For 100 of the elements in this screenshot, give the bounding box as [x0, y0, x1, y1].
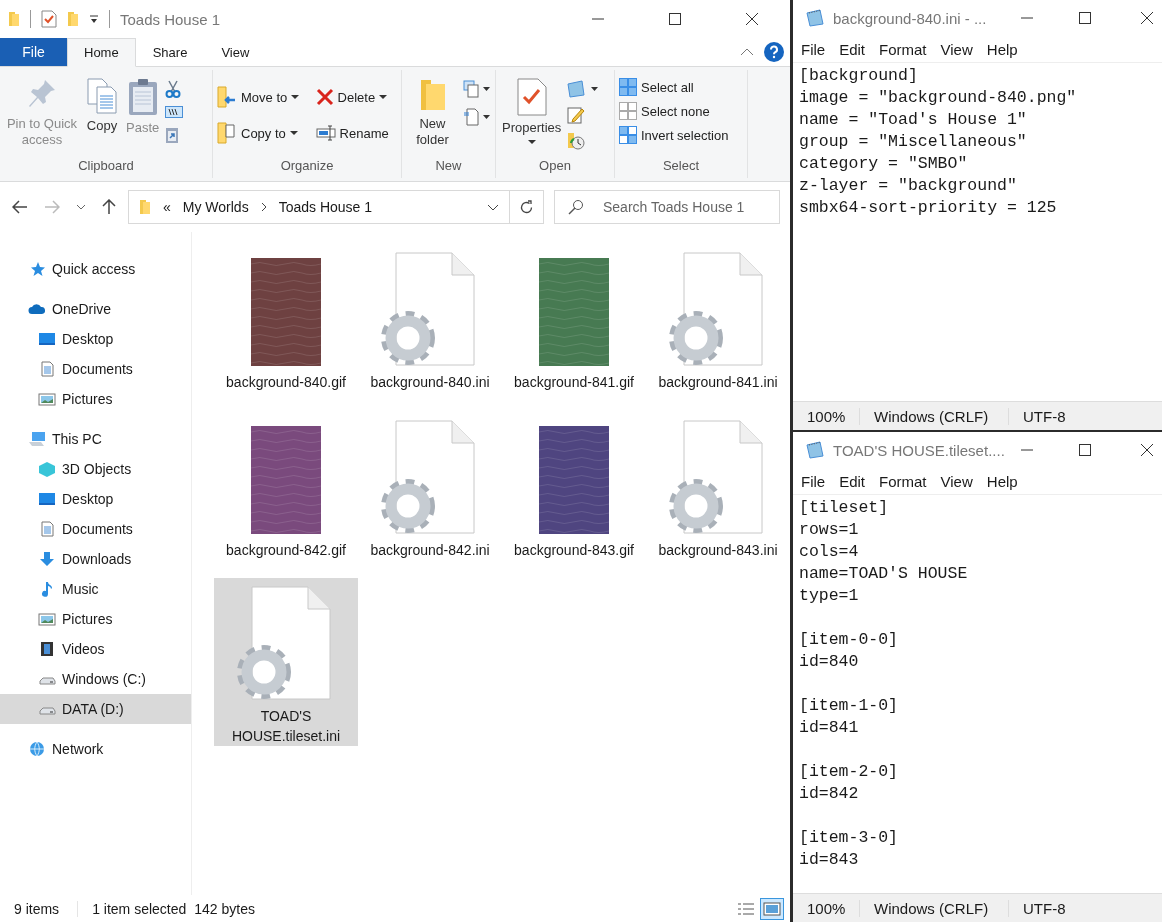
- minimize-icon[interactable]: [1020, 17, 1033, 19]
- maximize-icon[interactable]: [669, 13, 681, 25]
- nav-item[interactable]: Pictures: [0, 384, 191, 414]
- edit-icon[interactable]: [567, 106, 586, 124]
- menu-item[interactable]: Edit: [839, 40, 866, 58]
- text-line: id=842: [799, 783, 860, 805]
- text-line: id=841: [799, 717, 860, 739]
- explorer-entry[interactable]: background-843.gif: [502, 410, 646, 578]
- rename-icon: [315, 125, 336, 141]
- menu-item[interactable]: Format: [879, 472, 927, 490]
- maximize-icon[interactable]: [1078, 12, 1091, 24]
- menu-item[interactable]: Help: [986, 472, 1018, 490]
- menu-item[interactable]: Help: [986, 40, 1018, 58]
- text-line: id=843: [799, 849, 860, 871]
- nav-item[interactable]: Windows (C:): [0, 664, 191, 694]
- menu-item[interactable]: File: [801, 472, 826, 490]
- maximize-icon[interactable]: [1078, 444, 1091, 456]
- close-icon[interactable]: [1140, 12, 1153, 24]
- overflow-chevron[interactable]: «: [163, 199, 171, 215]
- properties-icon[interactable]: [41, 10, 57, 28]
- status-text: 142 bytes: [194, 900, 255, 917]
- file-menu-tab[interactable]: File: [0, 38, 67, 66]
- move-folder-icon: [217, 86, 237, 108]
- explorer-entry[interactable]: background-840.ini: [358, 242, 502, 410]
- menu-item[interactable]: View: [940, 40, 973, 58]
- help-icon[interactable]: [764, 42, 784, 62]
- explorer-entry[interactable]: background-841.ini: [646, 242, 790, 410]
- ribbon-tab[interactable]: Home: [67, 38, 136, 67]
- refresh-icon[interactable]: [519, 199, 534, 215]
- menu-item[interactable]: View: [940, 472, 973, 490]
- explorer-entry[interactable]: background-842.ini: [358, 410, 502, 578]
- minimize-icon[interactable]: [1020, 449, 1033, 451]
- paste-shortcut-icon[interactable]: [165, 126, 180, 144]
- delete-button[interactable]: Delete: [315, 82, 397, 112]
- select-none-button[interactable]: Select none: [619, 102, 743, 120]
- copy-to-button[interactable]: Copy to: [217, 118, 308, 148]
- copy-path-icon[interactable]: [165, 106, 184, 118]
- close-icon[interactable]: [746, 13, 758, 25]
- properties-button[interactable]: Properties: [500, 74, 564, 158]
- dropdown-icon[interactable]: [487, 203, 499, 211]
- recent-locations-icon[interactable]: [76, 204, 86, 210]
- explorer-entry[interactable]: background-842.gif: [214, 410, 358, 578]
- nav-item[interactable]: Documents: [0, 354, 191, 384]
- copy-button[interactable]: Copy: [84, 74, 120, 158]
- nav-item[interactable]: Videos: [0, 634, 191, 664]
- file-name: background-843.ini: [657, 541, 779, 560]
- address-bar[interactable]: « My Worlds Toads House 1: [128, 190, 510, 224]
- explorer-entry[interactable]: TOAD'S HOUSE.tileset.ini: [214, 578, 358, 746]
- notepad-icon[interactable]: [567, 80, 600, 98]
- customize-dropdown-icon[interactable]: [89, 14, 99, 24]
- text-line: rows=1: [799, 519, 860, 541]
- rename-button[interactable]: Rename: [315, 118, 397, 148]
- new-item-icon[interactable]: [463, 80, 491, 98]
- delete-x-icon: [315, 88, 334, 106]
- scissors-icon[interactable]: [165, 80, 182, 98]
- nav-item[interactable]: OneDrive: [0, 294, 191, 324]
- nav-item[interactable]: Downloads: [0, 544, 191, 574]
- breadcrumb[interactable]: Toads House 1: [278, 199, 373, 215]
- search-field[interactable]: Search Toads House 1: [554, 190, 780, 224]
- nav-item[interactable]: Network: [0, 734, 191, 764]
- nav-item[interactable]: 3D Objects: [0, 454, 191, 484]
- text-line: [item-1-0]: [799, 695, 900, 717]
- ribbon-tab[interactable]: Share: [135, 38, 205, 67]
- cube-icon: [38, 461, 56, 477]
- new-folder-button[interactable]: New folder: [406, 74, 459, 158]
- status-text: 100%: [793, 899, 860, 917]
- nav-item[interactable]: DATA (D:): [0, 694, 191, 724]
- group-label: Select: [661, 158, 701, 175]
- collapse-ribbon-icon[interactable]: [740, 48, 754, 56]
- nav-item[interactable]: Pictures: [0, 604, 191, 634]
- select-all-button[interactable]: Select all: [619, 78, 743, 96]
- close-icon[interactable]: [1140, 444, 1153, 456]
- history-icon[interactable]: [567, 132, 586, 150]
- nav-item[interactable]: This PC: [0, 424, 191, 454]
- computer-icon: [28, 431, 46, 447]
- nav-item[interactable]: Desktop: [0, 484, 191, 514]
- ribbon-tab[interactable]: View: [204, 38, 267, 67]
- nav-item[interactable]: Documents: [0, 514, 191, 544]
- explorer-entry[interactable]: background-840.gif: [214, 242, 358, 410]
- explorer-entry[interactable]: background-843.ini: [646, 410, 790, 578]
- up-arrow-icon[interactable]: [102, 199, 116, 215]
- breadcrumb[interactable]: My Worlds: [182, 199, 249, 215]
- grid-squares-icon: [619, 78, 637, 96]
- status-text: Windows (CRLF): [860, 407, 1009, 425]
- back-arrow-icon[interactable]: [12, 200, 28, 214]
- grid-squares-icon: [619, 126, 637, 144]
- large-icons-view-button[interactable]: [760, 897, 784, 920]
- menu-item[interactable]: Format: [879, 40, 927, 58]
- nav-item[interactable]: Music: [0, 574, 191, 604]
- menu-item[interactable]: File: [801, 40, 826, 58]
- text-line: id=840: [799, 651, 860, 673]
- move-to-button[interactable]: Move to: [217, 82, 308, 112]
- explorer-entry[interactable]: background-841.gif: [502, 242, 646, 410]
- picture-icon: [38, 611, 56, 627]
- chevron-right-icon[interactable]: [260, 202, 267, 212]
- nav-item[interactable]: Desktop: [0, 324, 191, 354]
- menu-item[interactable]: Edit: [839, 472, 866, 490]
- invert-selection-button[interactable]: Invert selection: [619, 126, 743, 144]
- download-arrow-icon: [38, 551, 56, 567]
- nav-item[interactable]: Quick access: [0, 254, 191, 284]
